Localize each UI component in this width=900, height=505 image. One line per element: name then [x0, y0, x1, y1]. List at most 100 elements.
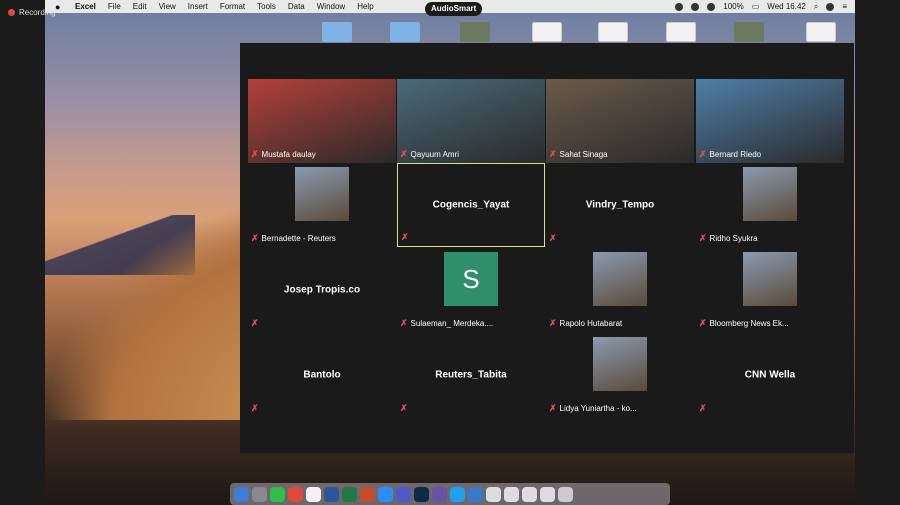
participant-tile[interactable]: ✗ Ridho Syukra: [696, 163, 844, 247]
participant-tile[interactable]: CNN Wella ✗: [696, 333, 844, 417]
participant-label-name: Sahat Sinaga: [559, 150, 608, 159]
participant-label-name: Lidya Yuniartha - ko...: [559, 404, 637, 413]
document-icon[interactable]: [540, 486, 555, 502]
menu-app-name[interactable]: Excel: [75, 2, 96, 11]
desktop-document-icon[interactable]: [532, 22, 562, 42]
participant-label-name: Bloomberg News Ek...: [709, 319, 789, 328]
participant-label: ✗: [699, 403, 707, 414]
desktop-image-icon[interactable]: [734, 22, 764, 42]
safari-icon[interactable]: [468, 486, 483, 502]
mic-muted-icon: ✗: [251, 318, 259, 328]
mic-muted-icon: ✗: [251, 233, 259, 243]
participant-tile[interactable]: ✗ Sahat Sinaga: [546, 79, 694, 163]
battery-icon[interactable]: ▭: [752, 2, 760, 11]
whatsapp-icon[interactable]: [270, 486, 285, 502]
battery-percent: 100%: [723, 2, 744, 11]
participant-label: ✗ Ridho Syukra: [699, 233, 758, 244]
participant-tile[interactable]: ✗ Qayuum Amri: [397, 79, 545, 163]
document-icon[interactable]: [486, 486, 501, 502]
mic-muted-icon: ✗: [699, 233, 707, 243]
menu-item-format[interactable]: Format: [220, 2, 245, 11]
participant-tile[interactable]: S ✗ Sulaeman_ Merdeka....: [397, 248, 545, 332]
chrome-icon[interactable]: [288, 486, 303, 502]
participant-tile[interactable]: ✗ Rapolo Hutabarat: [546, 248, 694, 332]
participant-tile[interactable]: Reuters_Tabita ✗: [397, 333, 545, 417]
participant-photo: [593, 252, 647, 306]
photoshop-icon[interactable]: [414, 486, 429, 502]
participant-name: Bantolo: [303, 369, 341, 381]
participant-tile[interactable]: ✗ Bloomberg News Ek...: [696, 248, 844, 332]
participant-label: ✗ Qayuum Amri: [400, 149, 459, 160]
participant-tile[interactable]: Cogencis_Yayat ✗: [397, 163, 545, 247]
mic-muted-icon: ✗: [699, 318, 707, 328]
excel-icon[interactable]: [342, 486, 357, 502]
desktop-image-icon[interactable]: [460, 22, 490, 42]
word-icon[interactable]: [324, 486, 339, 502]
desktop-document-icon[interactable]: [598, 22, 628, 42]
app-icon[interactable]: [432, 486, 447, 502]
mic-muted-icon: ✗: [251, 149, 259, 159]
apple-icon[interactable]: ●: [55, 2, 65, 12]
siri-icon[interactable]: [826, 2, 835, 11]
teams-icon[interactable]: [396, 486, 411, 502]
menu-item-view[interactable]: View: [159, 2, 176, 11]
participant-tile[interactable]: Bantolo ✗: [248, 333, 396, 417]
participant-label-name: Ridho Syukra: [709, 234, 758, 243]
desktop-folder-icon[interactable]: [390, 22, 420, 42]
menu-item-file[interactable]: File: [108, 2, 121, 11]
check-icon[interactable]: [691, 2, 700, 11]
participant-name: Cogencis_Yayat: [432, 199, 510, 211]
clock[interactable]: Wed 16.42: [767, 2, 806, 11]
desktop-folder-icon[interactable]: [322, 22, 352, 42]
wifi-icon[interactable]: [707, 2, 716, 11]
status-icon[interactable]: [675, 2, 684, 11]
zoom-gallery: ✗ Mustafa daulay ✗ Qayuum Amri ✗ Sahat Sinaga…: [240, 43, 854, 453]
participant-tile[interactable]: Vindry_Tempo ✗: [546, 163, 694, 247]
participant-label: ✗ Sahat Sinaga: [549, 149, 608, 160]
search-icon[interactable]: ⌕: [814, 2, 818, 12]
trash-icon[interactable]: [558, 486, 573, 502]
participant-label: ✗ Sulaeman_ Merdeka....: [400, 318, 493, 329]
participant-tile[interactable]: Josep Tropis.co ✗: [248, 248, 396, 332]
participant-name: Josep Tropis.co: [283, 284, 361, 296]
skype-icon[interactable]: [450, 486, 465, 502]
participant-label-name: Qayuum Amri: [410, 150, 460, 159]
participant-label: ✗ Bernadette - Reuters: [251, 233, 336, 244]
desktop-document-icon[interactable]: [666, 22, 696, 42]
participant-name: Vindry_Tempo: [585, 199, 655, 211]
menu-item-window[interactable]: Window: [317, 2, 345, 11]
participant-label: ✗ Mustafa daulay: [251, 149, 316, 160]
menu-item-insert[interactable]: Insert: [188, 2, 208, 11]
calendar-icon[interactable]: [306, 486, 321, 502]
mic-muted-icon: ✗: [400, 403, 408, 413]
mic-muted-icon: ✗: [699, 149, 707, 159]
document-icon[interactable]: [504, 486, 519, 502]
menu-item-edit[interactable]: Edit: [133, 2, 147, 11]
participant-tile[interactable]: ✗ Lidya Yuniartha - ko...: [546, 333, 694, 417]
zoom-icon[interactable]: [378, 486, 393, 502]
participant-label-name: Mustafa daulay: [261, 150, 316, 159]
participant-tile[interactable]: ✗ Mustafa daulay: [248, 79, 396, 163]
participant-label: ✗: [251, 318, 259, 329]
participant-label: ✗: [251, 403, 259, 414]
launchpad-icon[interactable]: [252, 486, 267, 502]
participant-avatar: S: [444, 252, 498, 306]
mic-muted-icon: ✗: [699, 403, 707, 413]
finder-icon[interactable]: [234, 486, 249, 502]
participant-label: ✗ Lidya Yuniartha - ko...: [549, 403, 637, 414]
participant-tile[interactable]: ✗ Bernadette - Reuters: [248, 163, 396, 247]
menu-item-tools[interactable]: Tools: [257, 2, 276, 11]
document-icon[interactable]: [522, 486, 537, 502]
powerpoint-icon[interactable]: [360, 486, 375, 502]
status-area: 100% ▭ Wed 16.42 ⌕ ≡: [675, 2, 855, 12]
participant-name: CNN Wella: [744, 369, 796, 381]
participant-tile[interactable]: ✗ Bernard Riedo: [696, 79, 844, 163]
notifications-icon[interactable]: ≡: [842, 2, 847, 11]
participant-label: ✗: [400, 403, 408, 414]
screen: Recording ● Excel File Edit View Insert …: [0, 0, 900, 505]
menu-item-help[interactable]: Help: [357, 2, 373, 11]
desktop-document-icon[interactable]: [806, 22, 836, 42]
mic-muted-icon: ✗: [549, 233, 557, 243]
menu-item-data[interactable]: Data: [288, 2, 305, 11]
dock: [230, 483, 670, 505]
